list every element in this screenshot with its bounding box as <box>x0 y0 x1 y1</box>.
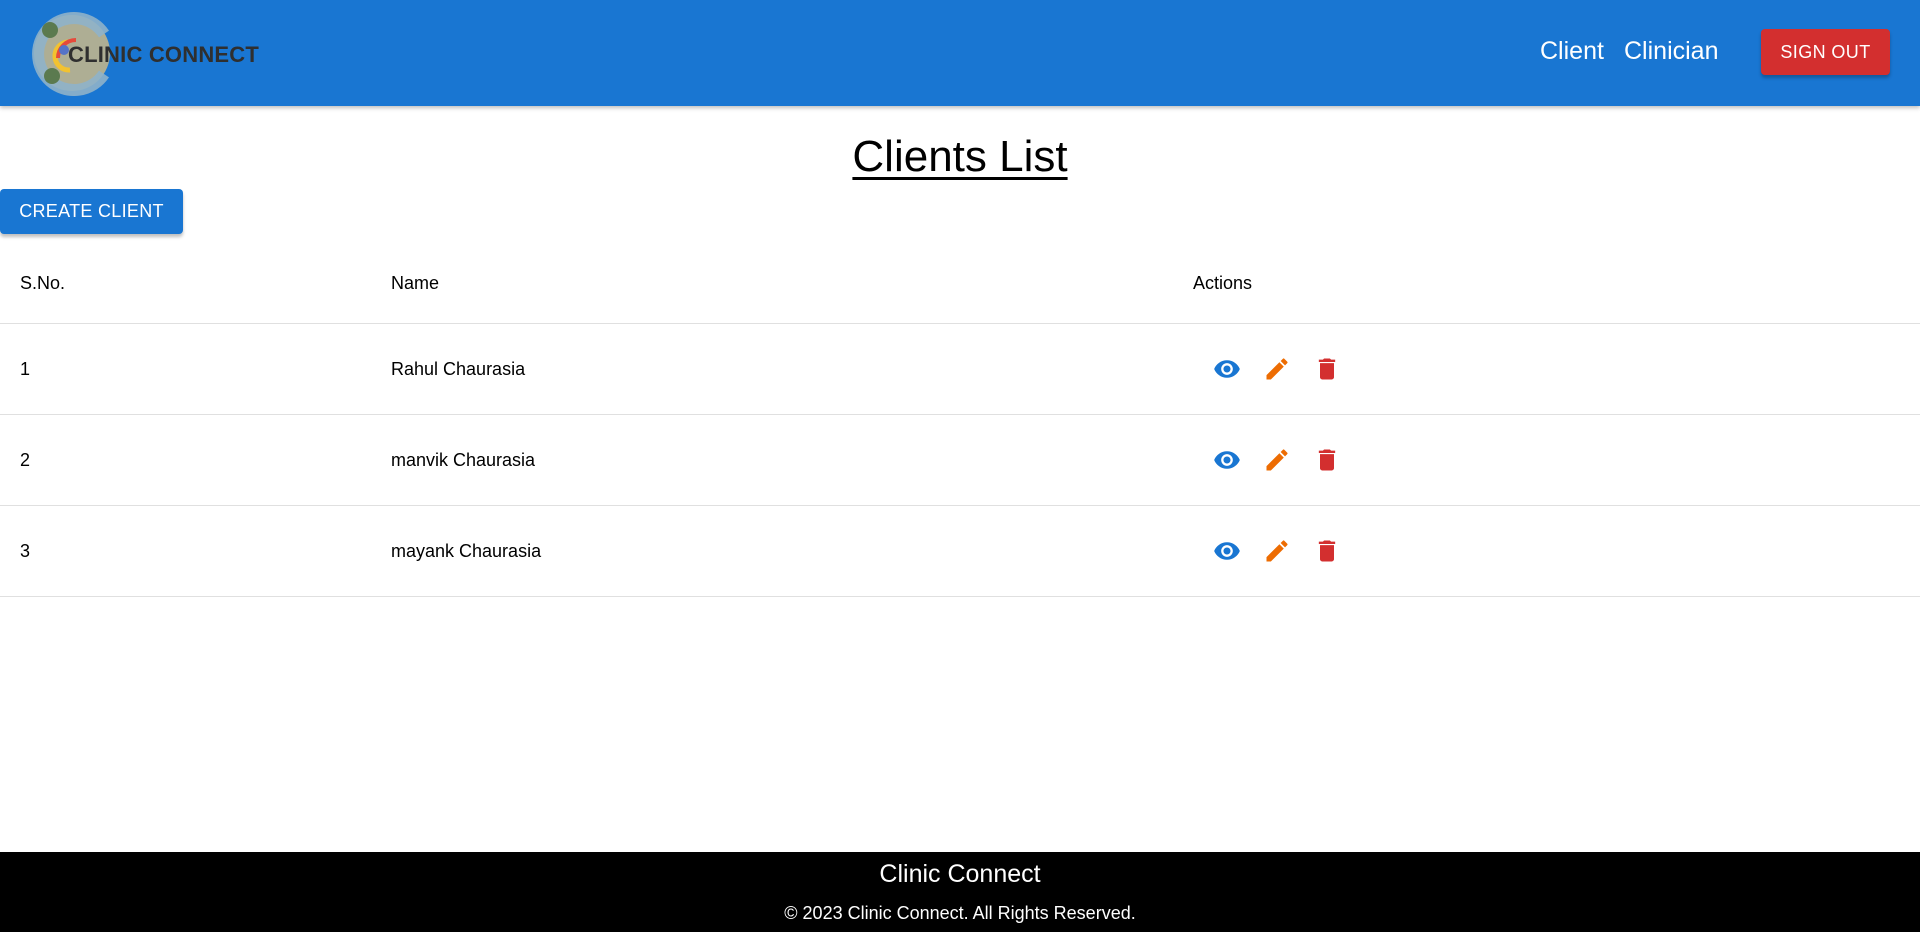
footer: Clinic Connect © 2023 Clinic Connect. Al… <box>0 852 1920 932</box>
nav-clinician-link[interactable]: Clinician <box>1624 37 1718 66</box>
cell-actions <box>1173 323 1920 415</box>
table-row: 3 mayank Chaurasia <box>0 505 1920 597</box>
edit-icon[interactable] <box>1263 537 1291 565</box>
delete-icon[interactable] <box>1313 355 1341 383</box>
create-client-button[interactable]: CREATE CLIENT <box>0 189 183 234</box>
cell-name: mayank Chaurasia <box>371 505 1173 597</box>
app-bar: CLINIC CONNECT Client Clinician SIGN OUT <box>0 0 1920 106</box>
nav-client-link[interactable]: Client <box>1540 37 1604 66</box>
column-header-sno: S.No. <box>0 243 371 324</box>
cell-actions <box>1173 414 1920 506</box>
delete-icon[interactable] <box>1313 446 1341 474</box>
view-icon[interactable] <box>1213 355 1241 383</box>
cell-name: Rahul Chaurasia <box>371 323 1173 415</box>
table-row: 1 Rahul Chaurasia <box>0 323 1920 415</box>
delete-icon[interactable] <box>1313 537 1341 565</box>
cell-name: manvik Chaurasia <box>371 414 1173 506</box>
clinic-connect-logo[interactable]: CLINIC CONNECT <box>30 10 259 96</box>
table-row: 2 manvik Chaurasia <box>0 414 1920 506</box>
column-header-actions: Actions <box>1173 243 1920 324</box>
cell-actions <box>1173 505 1920 597</box>
cell-sno: 1 <box>0 323 371 415</box>
cell-sno: 3 <box>0 505 371 597</box>
view-icon[interactable] <box>1213 446 1241 474</box>
page-title: Clients List <box>852 132 1068 181</box>
edit-icon[interactable] <box>1263 446 1291 474</box>
clients-table: S.No. Name Actions 1 Rahul Chaurasia 2 m… <box>0 243 1920 597</box>
cell-sno: 2 <box>0 414 371 506</box>
sign-out-button[interactable]: SIGN OUT <box>1761 29 1890 75</box>
footer-title: Clinic Connect <box>879 860 1041 888</box>
view-icon[interactable] <box>1213 537 1241 565</box>
column-header-name: Name <box>371 243 1173 324</box>
logo-text: CLINIC CONNECT <box>68 42 260 67</box>
edit-icon[interactable] <box>1263 355 1291 383</box>
table-header-row: S.No. Name Actions <box>0 243 1920 324</box>
footer-copyright: © 2023 Clinic Connect. All Rights Reserv… <box>784 903 1136 923</box>
